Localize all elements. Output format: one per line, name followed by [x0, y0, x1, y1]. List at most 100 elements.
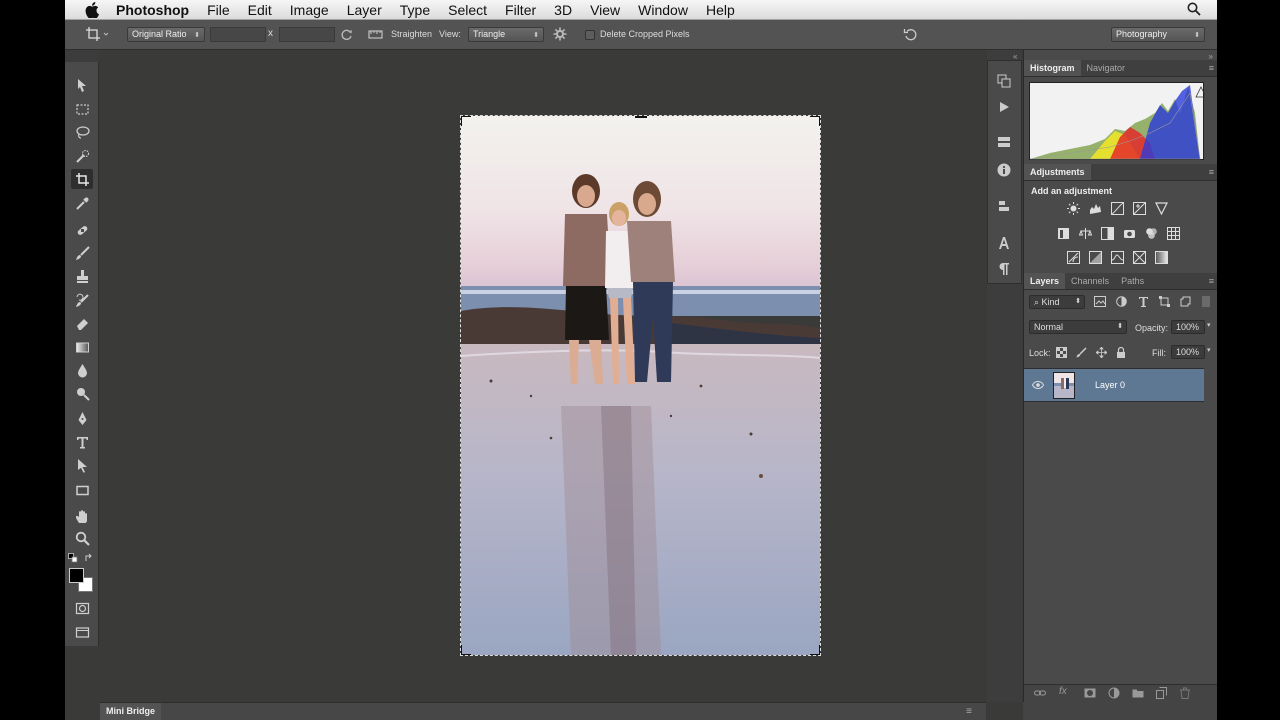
vibrance-icon[interactable]: [1154, 201, 1168, 215]
tab-histogram[interactable]: Histogram: [1024, 60, 1081, 76]
gradient-map-icon[interactable]: [1154, 250, 1168, 264]
swap-dimensions-icon[interactable]: [340, 28, 354, 43]
zoom-tool-icon[interactable]: [71, 528, 93, 548]
rectangle-tool-icon[interactable]: [71, 480, 93, 500]
lasso-tool-icon[interactable]: [71, 122, 93, 142]
reset-crop-icon[interactable]: [903, 27, 919, 42]
align-panel-icon[interactable]: [995, 197, 1013, 215]
crop-tool-preset-picker[interactable]: [85, 26, 111, 41]
blur-tool-icon[interactable]: [71, 360, 93, 380]
fill-chevron-down-icon[interactable]: ▾: [1207, 346, 1211, 354]
posterize-icon[interactable]: [1088, 250, 1102, 264]
panel-menu-icon[interactable]: ≡: [1209, 276, 1214, 286]
ratio-dropdown[interactable]: Original Ratio ⬍: [127, 27, 205, 42]
history-panel-icon[interactable]: [995, 72, 1013, 90]
gradient-tool-icon[interactable]: [71, 337, 93, 357]
eyedropper-tool-icon[interactable]: [71, 193, 93, 213]
panel-menu-icon[interactable]: ≡: [1209, 167, 1214, 177]
invert-icon[interactable]: [1066, 250, 1080, 264]
color-lookup-icon[interactable]: [1166, 226, 1180, 240]
opacity-chevron-down-icon[interactable]: ▾: [1207, 321, 1211, 329]
menu-app-photoshop[interactable]: Photoshop: [114, 0, 198, 20]
properties-panel-icon[interactable]: [995, 133, 1013, 151]
tab-navigator[interactable]: Navigator: [1081, 60, 1132, 76]
default-colors-icon[interactable]: [68, 553, 78, 563]
black-white-icon[interactable]: [1100, 226, 1114, 240]
menu-select[interactable]: Select: [439, 0, 496, 20]
character-panel-icon[interactable]: [995, 234, 1013, 252]
menu-layer[interactable]: Layer: [338, 0, 391, 20]
foreground-color-swatch[interactable]: [69, 568, 84, 583]
brightness-contrast-icon[interactable]: [1066, 201, 1080, 215]
link-layers-icon[interactable]: [1034, 688, 1046, 701]
lock-position-icon[interactable]: [1095, 346, 1108, 361]
crop-tool-icon[interactable]: [71, 169, 93, 189]
dodge-tool-icon[interactable]: [71, 383, 93, 403]
menu-view[interactable]: View: [581, 0, 629, 20]
layer-name[interactable]: Layer 0: [1095, 380, 1125, 390]
straighten-label[interactable]: Straighten: [391, 29, 432, 39]
new-adjustment-layer-icon[interactable]: [1108, 687, 1120, 702]
menu-type[interactable]: Type: [391, 0, 439, 20]
tab-adjustments[interactable]: Adjustments: [1024, 164, 1091, 180]
tools-panel-grip[interactable]: [65, 50, 99, 62]
pen-tool-icon[interactable]: [71, 408, 93, 428]
color-balance-icon[interactable]: [1078, 226, 1092, 240]
move-tool-icon[interactable]: [71, 75, 93, 95]
ratio-height-field[interactable]: [279, 27, 335, 42]
tab-channels[interactable]: Channels: [1065, 273, 1115, 289]
menu-edit[interactable]: Edit: [239, 0, 281, 20]
tab-paths[interactable]: Paths: [1115, 273, 1150, 289]
pixel-layer-filter-icon[interactable]: [1094, 296, 1106, 310]
hue-saturation-icon[interactable]: [1056, 226, 1070, 240]
type-tool-icon[interactable]: [71, 432, 93, 452]
opacity-field[interactable]: 100%: [1171, 320, 1205, 334]
paragraph-panel-icon[interactable]: [995, 260, 1013, 278]
delete-layer-trash-icon[interactable]: [1180, 687, 1190, 702]
straighten-icon[interactable]: [368, 28, 384, 43]
document-canvas-area[interactable]: [100, 50, 986, 702]
new-group-folder-icon[interactable]: [1132, 688, 1144, 701]
info-panel-icon[interactable]: [995, 161, 1013, 179]
swap-colors-icon[interactable]: [84, 553, 94, 563]
tab-layers[interactable]: Layers: [1024, 273, 1066, 289]
shape-layer-filter-icon[interactable]: [1159, 296, 1170, 310]
workspace-switcher[interactable]: Photography ⬍: [1111, 27, 1205, 42]
threshold-icon[interactable]: [1110, 250, 1124, 264]
menu-filter[interactable]: Filter: [496, 0, 545, 20]
menu-help[interactable]: Help: [697, 0, 744, 20]
layer-filter-kind-dropdown[interactable]: ⌕ Kind ⬍: [1029, 295, 1085, 309]
eraser-tool-icon[interactable]: [71, 313, 93, 333]
photo-filter-icon[interactable]: [1122, 226, 1136, 240]
ratio-width-field[interactable]: [210, 27, 266, 42]
hand-tool-icon[interactable]: [71, 506, 93, 526]
crop-options-gear-icon[interactable]: [553, 27, 569, 42]
path-selection-tool-icon[interactable]: [71, 455, 93, 475]
mini-bridge-menu-icon[interactable]: ≡: [966, 706, 972, 717]
adjustment-layer-filter-icon[interactable]: [1116, 296, 1127, 310]
menu-image[interactable]: Image: [281, 0, 338, 20]
menu-window[interactable]: Window: [629, 0, 697, 20]
screen-mode-icon[interactable]: [71, 622, 93, 642]
delete-cropped-pixels-checkbox[interactable]: [585, 30, 595, 40]
layer-style-fx-icon[interactable]: fx: [1059, 686, 1067, 697]
delete-cropped-pixels-label[interactable]: Delete Cropped Pixels: [600, 29, 690, 39]
type-layer-filter-icon[interactable]: [1138, 296, 1149, 310]
curves-icon[interactable]: [1110, 201, 1124, 215]
apple-icon[interactable]: [82, 0, 102, 20]
add-mask-icon[interactable]: [1084, 688, 1096, 701]
new-layer-icon[interactable]: [1156, 687, 1167, 702]
levels-icon[interactable]: [1088, 201, 1102, 215]
layer-visibility-eye-icon[interactable]: [1031, 380, 1045, 392]
smart-object-filter-icon[interactable]: [1180, 296, 1191, 310]
overlay-view-dropdown[interactable]: Triangle ⬍: [468, 27, 544, 42]
spotlight-search-icon[interactable]: [1187, 2, 1201, 19]
actions-play-icon[interactable]: [995, 98, 1013, 116]
mini-bridge-tab[interactable]: Mini Bridge: [100, 703, 161, 720]
layer-row[interactable]: Layer 0: [1024, 368, 1204, 402]
lock-all-icon[interactable]: [1116, 346, 1126, 361]
healing-brush-tool-icon[interactable]: [71, 220, 93, 240]
brush-tool-icon[interactable]: [71, 243, 93, 263]
history-brush-tool-icon[interactable]: [71, 290, 93, 310]
lock-image-pixels-icon[interactable]: [1076, 347, 1087, 361]
